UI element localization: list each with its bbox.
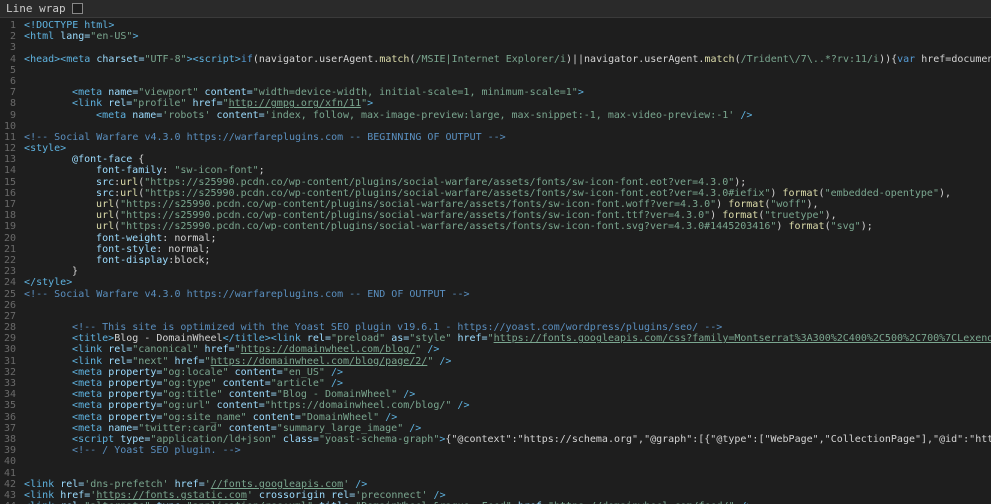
code-line[interactable]: <head><meta charset="UTF-8"><script>if(n… bbox=[24, 54, 991, 65]
line-number: 35 bbox=[4, 400, 16, 411]
line-number: 23 bbox=[4, 266, 16, 277]
line-number: 11 bbox=[4, 132, 16, 143]
line-number: 17 bbox=[4, 199, 16, 210]
code-line[interactable]: <meta property="og:site_name" content="D… bbox=[24, 412, 991, 423]
line-number: 9 bbox=[4, 110, 16, 121]
line-number: 2 bbox=[4, 31, 16, 42]
code-line[interactable]: <link rel="next" href="https://domainwhe… bbox=[24, 356, 991, 367]
code-line[interactable]: src:url("https://s25990.pcdn.co/wp-conte… bbox=[24, 177, 991, 188]
line-number: 40 bbox=[4, 456, 16, 467]
code-line[interactable]: <!-- Social Warfare v4.3.0 https://warfa… bbox=[24, 289, 991, 300]
line-number: 30 bbox=[4, 344, 16, 355]
code-line[interactable]: <meta property="og:title" content="Blog … bbox=[24, 389, 991, 400]
line-number: 18 bbox=[4, 210, 16, 221]
line-number: 3 bbox=[4, 42, 16, 53]
code-line[interactable]: font-family: "sw-icon-font"; bbox=[24, 165, 991, 176]
code-line[interactable]: <meta name="viewport" content="width=dev… bbox=[24, 87, 991, 98]
line-number: 36 bbox=[4, 412, 16, 423]
code-line[interactable]: <!DOCTYPE html> bbox=[24, 20, 991, 31]
code-line[interactable]: <!-- This site is optimized with the Yoa… bbox=[24, 322, 991, 333]
line-number: 34 bbox=[4, 389, 16, 400]
code-line[interactable]: <meta name='robots' content='index, foll… bbox=[24, 110, 991, 121]
code-line[interactable]: <!-- / Yoast SEO plugin. --> bbox=[24, 445, 991, 456]
line-number: 1 bbox=[4, 20, 16, 31]
line-number: 16 bbox=[4, 188, 16, 199]
code-line[interactable]: <link rel='dns-prefetch' href='//fonts.g… bbox=[24, 479, 991, 490]
line-number: 25 bbox=[4, 289, 16, 300]
linewrap-checkbox[interactable] bbox=[72, 3, 83, 14]
line-number: 28 bbox=[4, 322, 16, 333]
line-number: 42 bbox=[4, 479, 16, 490]
code-line[interactable]: font-display:block; bbox=[24, 255, 991, 266]
line-number: 8 bbox=[4, 98, 16, 109]
code-line[interactable]: url("https://s25990.pcdn.co/wp-content/p… bbox=[24, 221, 991, 232]
code-line[interactable]: <meta property="og:type" content="articl… bbox=[24, 378, 991, 389]
line-number: 10 bbox=[4, 121, 16, 132]
code-line[interactable]: <meta property="og:locale" content="en_U… bbox=[24, 367, 991, 378]
line-number: 7 bbox=[4, 87, 16, 98]
editor: 1234567891011121314151617181920212223242… bbox=[0, 18, 991, 504]
code-line[interactable]: <style> bbox=[24, 143, 991, 154]
line-number: 13 bbox=[4, 154, 16, 165]
code-line[interactable]: font-weight: normal; bbox=[24, 233, 991, 244]
line-number: 5 bbox=[4, 65, 16, 76]
line-number: 24 bbox=[4, 277, 16, 288]
line-number: 20 bbox=[4, 233, 16, 244]
line-number: 12 bbox=[4, 143, 16, 154]
line-number: 31 bbox=[4, 356, 16, 367]
code-line[interactable]: url("https://s25990.pcdn.co/wp-content/p… bbox=[24, 199, 991, 210]
code-line[interactable] bbox=[24, 65, 991, 76]
line-number: 29 bbox=[4, 333, 16, 344]
code-line[interactable] bbox=[24, 311, 991, 322]
line-number-gutter: 1234567891011121314151617181920212223242… bbox=[0, 18, 24, 504]
code-line[interactable]: <html lang="en-US"> bbox=[24, 31, 991, 42]
linewrap-label: Line wrap bbox=[6, 2, 66, 15]
line-number: 33 bbox=[4, 378, 16, 389]
code-line[interactable] bbox=[24, 42, 991, 53]
line-number: 38 bbox=[4, 434, 16, 445]
line-number: 27 bbox=[4, 311, 16, 322]
line-number: 19 bbox=[4, 221, 16, 232]
line-number: 43 bbox=[4, 490, 16, 501]
line-number: 26 bbox=[4, 300, 16, 311]
line-number: 32 bbox=[4, 367, 16, 378]
code-line[interactable] bbox=[24, 456, 991, 467]
toolbar: Line wrap bbox=[0, 0, 991, 18]
code-line[interactable] bbox=[24, 300, 991, 311]
code-line[interactable]: <meta name="twitter:card" content="summa… bbox=[24, 423, 991, 434]
line-number: 22 bbox=[4, 255, 16, 266]
line-number: 39 bbox=[4, 445, 16, 456]
code-line[interactable]: src:url("https://s25990.pcdn.co/wp-conte… bbox=[24, 188, 991, 199]
line-number: 15 bbox=[4, 177, 16, 188]
code-line[interactable]: <link rel="profile" href="http://gmpg.or… bbox=[24, 98, 991, 109]
code-line[interactable]: <script type="application/ld+json" class… bbox=[24, 434, 991, 445]
code-line[interactable] bbox=[24, 76, 991, 87]
code-line[interactable]: font-style: normal; bbox=[24, 244, 991, 255]
line-number: 37 bbox=[4, 423, 16, 434]
code-line[interactable]: </style> bbox=[24, 277, 991, 288]
line-number: 41 bbox=[4, 468, 16, 479]
code-line[interactable] bbox=[24, 121, 991, 132]
code-line[interactable] bbox=[24, 468, 991, 479]
code-line[interactable]: @font-face { bbox=[24, 154, 991, 165]
code-area[interactable]: <!DOCTYPE html><html lang="en-US"> <head… bbox=[24, 18, 991, 504]
line-number: 21 bbox=[4, 244, 16, 255]
code-line[interactable]: <meta property="og:url" content="https:/… bbox=[24, 400, 991, 411]
line-number: 6 bbox=[4, 76, 16, 87]
code-line[interactable]: <link rel="canonical" href="https://doma… bbox=[24, 344, 991, 355]
code-line[interactable]: url("https://s25990.pcdn.co/wp-content/p… bbox=[24, 210, 991, 221]
code-line[interactable]: <!-- Social Warfare v4.3.0 https://warfa… bbox=[24, 132, 991, 143]
line-number: 4 bbox=[4, 54, 16, 65]
code-line[interactable]: <link href='https://fonts.gstatic.com' c… bbox=[24, 490, 991, 501]
line-number: 14 bbox=[4, 165, 16, 176]
code-line[interactable]: <title>Blog - DomainWheel</title><link r… bbox=[24, 333, 991, 344]
code-line[interactable]: } bbox=[24, 266, 991, 277]
